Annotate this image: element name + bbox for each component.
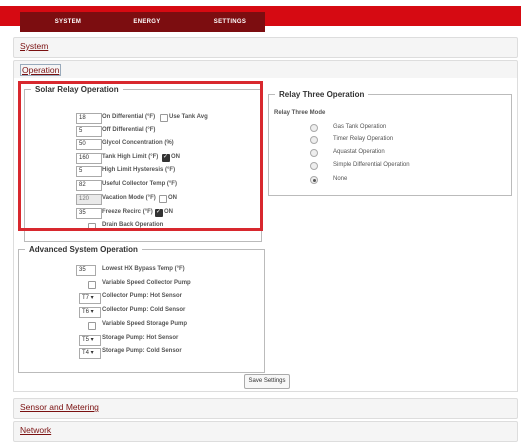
collector-hot-value: T7 — [82, 295, 90, 301]
relay-three-title: Relay Three Operation — [279, 90, 365, 99]
operation-panel-link[interactable]: Operation — [20, 64, 62, 76]
none-label: None — [333, 176, 348, 182]
highlight-box — [18, 81, 263, 231]
system-panel-header[interactable]: System — [13, 37, 518, 58]
storage-cold-select[interactable]: T4 ▾ — [79, 348, 101, 359]
storage-cold-value: T4 — [82, 350, 90, 356]
save-settings-button[interactable]: Save Settings — [244, 374, 290, 389]
variable-storage-checkbox[interactable] — [88, 322, 96, 330]
radio-aquastat[interactable] — [310, 149, 318, 157]
hx-bypass-input[interactable]: 35 — [76, 265, 96, 276]
aquastat-label: Aquastat Operation — [333, 149, 385, 155]
variable-collector-label: Variable Speed Collector Pump — [102, 280, 191, 286]
storage-hot-select[interactable]: T5 ▾ — [79, 335, 101, 346]
collector-cold-value: T6 — [82, 309, 90, 315]
radio-gas-tank[interactable] — [310, 124, 318, 132]
tab-settings[interactable]: SETTINGS — [200, 12, 260, 32]
collector-hot-label: Collector Pump: Hot Sensor — [102, 293, 183, 299]
network-panel-link[interactable]: Network — [20, 425, 51, 435]
gas-tank-label: Gas Tank Operation — [333, 124, 387, 130]
tab-system[interactable]: SYSTEM — [38, 12, 98, 32]
system-panel-link[interactable]: System — [20, 41, 48, 51]
radio-none[interactable] — [310, 176, 318, 184]
sensor-panel-header[interactable]: Sensor and Metering — [13, 398, 518, 419]
collector-hot-select[interactable]: T7 ▾ — [79, 293, 101, 304]
radio-simple-differential[interactable] — [310, 162, 318, 170]
storage-hot-value: T5 — [82, 337, 90, 343]
collector-cold-label: Collector Pump: Cold Sensor — [102, 307, 186, 313]
timer-relay-label: Timer Relay Operation — [333, 136, 394, 142]
hx-bypass-label: Lowest HX Bypass Temp (°F) — [102, 266, 185, 272]
tab-energy[interactable]: ENERGY — [117, 12, 177, 32]
storage-cold-label: Storage Pump: Cold Sensor — [102, 348, 182, 354]
relay-three-mode-label: Relay Three Mode — [274, 110, 326, 116]
collector-cold-select[interactable]: T6 ▾ — [79, 307, 101, 318]
simple-differential-label: Simple Differential Operation — [333, 162, 410, 168]
network-panel-header[interactable]: Network — [13, 421, 518, 442]
sensor-panel-link[interactable]: Sensor and Metering — [20, 402, 99, 412]
storage-hot-label: Storage Pump: Hot Sensor — [102, 335, 179, 341]
variable-collector-checkbox[interactable] — [88, 281, 96, 289]
variable-storage-label: Variable Speed Storage Pump — [102, 321, 188, 327]
radio-timer-relay[interactable] — [310, 136, 318, 144]
advanced-title: Advanced System Operation — [29, 245, 138, 254]
